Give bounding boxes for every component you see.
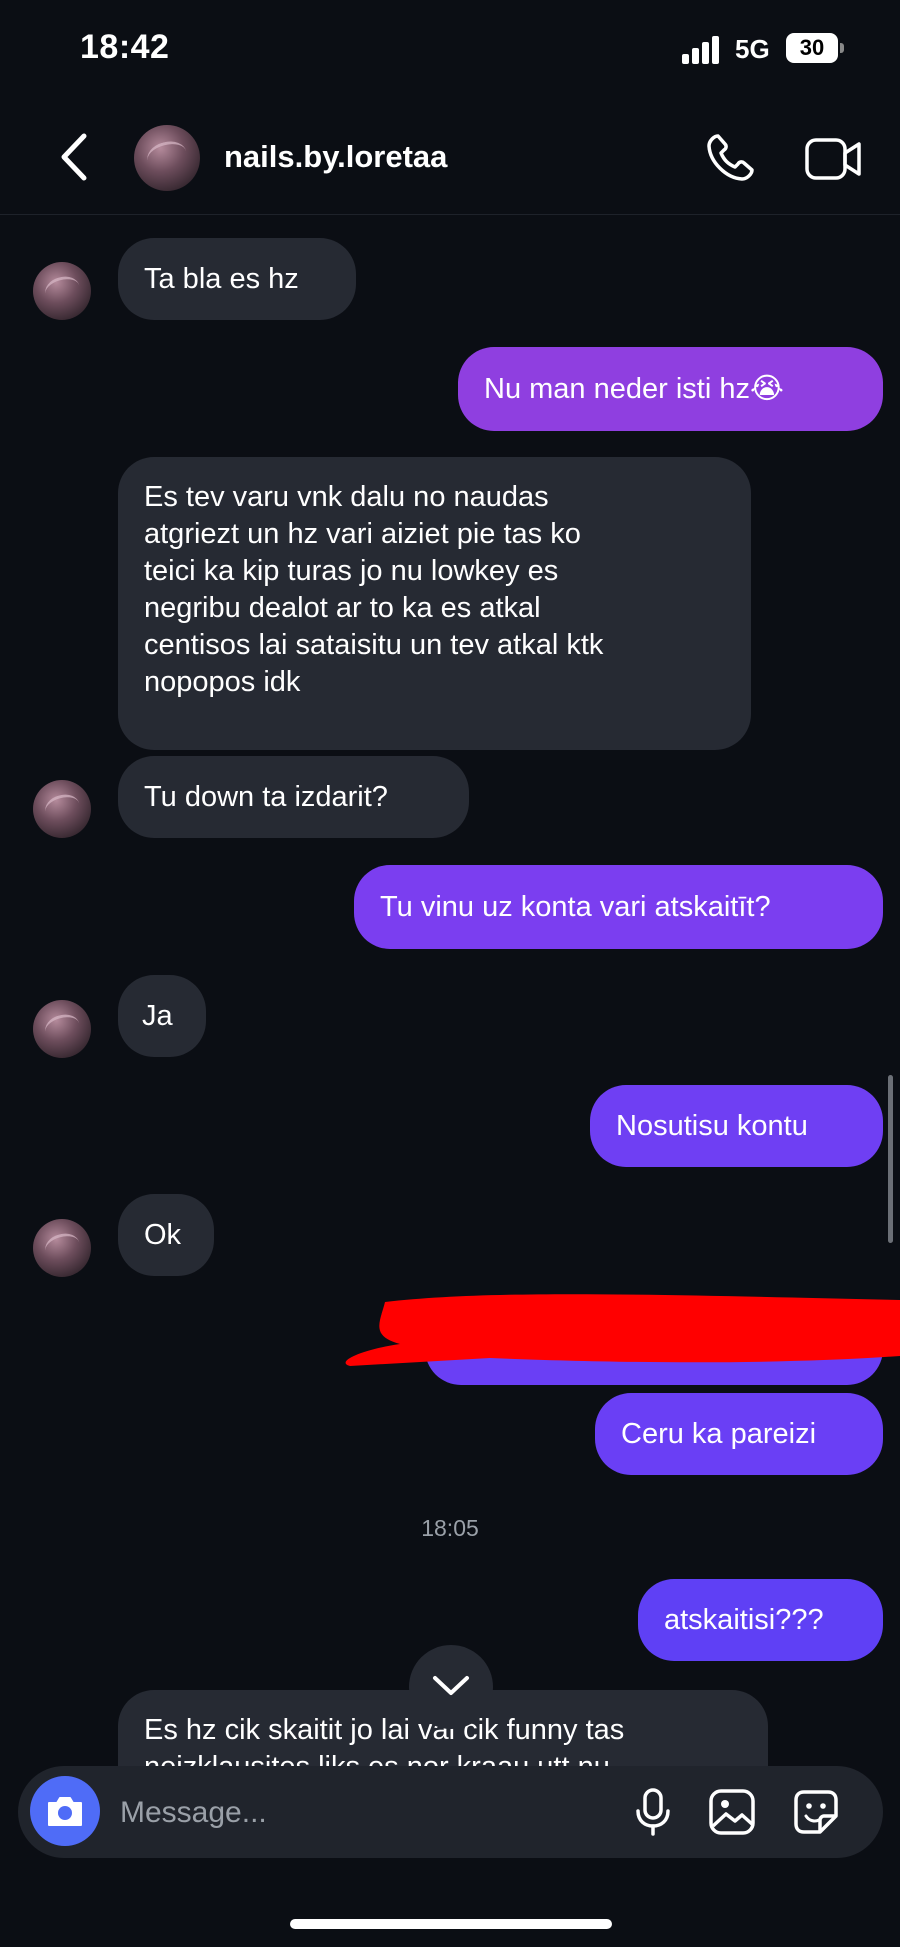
sticker-icon[interactable] — [790, 1786, 842, 1838]
header-divider — [0, 214, 900, 215]
gallery-icon[interactable] — [708, 1788, 756, 1836]
home-indicator[interactable] — [290, 1919, 612, 1929]
message-line: negribu dealot ar to ka es atkal — [144, 592, 541, 624]
chevron-down-icon — [433, 1676, 469, 1695]
message-outgoing[interactable]: Tu vinu uz konta vari atskaitīt? — [354, 865, 883, 949]
redaction-scribble — [345, 1294, 900, 1366]
message-incoming[interactable]: Tu down ta izdarit? — [118, 756, 469, 838]
signal-icon — [682, 36, 724, 64]
username[interactable]: nails.by.loretaa — [224, 139, 447, 175]
microphone-icon[interactable] — [630, 1787, 676, 1837]
camera-icon — [48, 1797, 82, 1826]
message-outgoing[interactable]: Nu man neder isti hz😭 — [458, 347, 883, 431]
scroll-down-button[interactable] — [409, 1645, 493, 1729]
message-incoming[interactable]: Ok — [118, 1194, 214, 1276]
message-line: Es tev varu vnk dalu no naudas — [144, 481, 549, 513]
avatar — [33, 780, 91, 838]
avatar — [33, 1000, 91, 1058]
message-outgoing[interactable]: Nosutisu kontu — [590, 1085, 883, 1167]
battery-tip — [840, 43, 844, 53]
message-line: neizklausites liks es nor kraau utt nu — [144, 1749, 742, 1766]
back-chevron-icon[interactable] — [56, 130, 96, 184]
message-line: centisos lai sataisitu un tev atkal ktk — [144, 629, 604, 661]
avatar — [33, 1219, 91, 1277]
status-time: 18:42 — [80, 28, 170, 66]
phone-icon[interactable] — [704, 132, 756, 184]
avatar[interactable] — [134, 125, 200, 191]
message-input[interactable] — [118, 1790, 602, 1836]
timestamp: 18:05 — [421, 1515, 479, 1541]
message-incoming[interactable]: Ta bla es hz — [118, 238, 356, 320]
message-incoming[interactable]: Es tev varu vnk dalu no naudas atgriezt … — [118, 457, 751, 750]
message-line: nopopos idk — [144, 666, 301, 698]
network-type: 5G — [735, 34, 770, 64]
message-line: teici ka kip turas jo nu lowkey es — [144, 555, 559, 587]
message-incoming[interactable]: Ja — [118, 975, 206, 1057]
camera-button[interactable] — [30, 1776, 100, 1846]
video-camera-icon[interactable] — [804, 137, 862, 181]
message-outgoing[interactable]: atskaitisi??? — [638, 1579, 883, 1661]
scrollbar[interactable] — [888, 1075, 893, 1243]
avatar — [33, 262, 91, 320]
message-outgoing[interactable]: Ceru ka pareizi — [595, 1393, 883, 1475]
message-line: atgriezt un hz vari aiziet pie tas ko — [144, 518, 581, 550]
battery-icon: 30 — [786, 33, 838, 63]
